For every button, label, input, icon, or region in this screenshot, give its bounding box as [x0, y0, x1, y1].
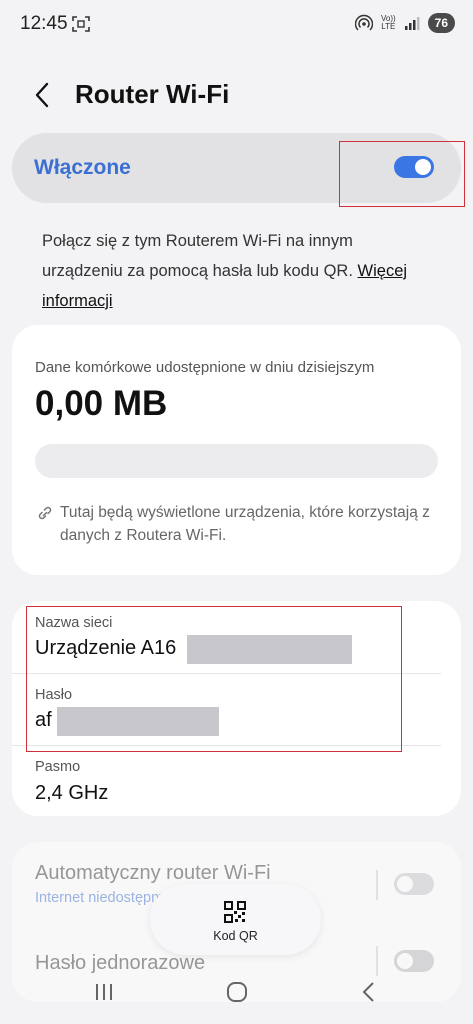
highlight-box-toggle [339, 141, 465, 207]
back-icon[interactable] [358, 980, 382, 1004]
signal-icon [404, 17, 420, 30]
qr-code-icon [224, 901, 246, 923]
usage-bar [35, 444, 438, 478]
recents-icon[interactable] [92, 980, 116, 1004]
usage-value: 0,00 MB [35, 384, 168, 423]
one-time-password-toggle [394, 950, 434, 972]
auto-router-title: Automatyczny router Wi-Fi [35, 862, 271, 884]
description-text: Połącz się z tym Routerem Wi-Fi na innym… [42, 226, 437, 316]
navigation-bar [0, 972, 473, 1024]
auto-router-toggle [394, 873, 434, 895]
qr-code-button[interactable]: Kod QR [150, 884, 321, 955]
auto-router-subtitle: Internet niedostępny [35, 890, 167, 906]
home-icon[interactable] [225, 980, 249, 1004]
band-value: 2,4 GHz [35, 782, 109, 804]
row-separator [376, 870, 378, 900]
battery-icon: 76 [427, 13, 455, 33]
lte-label: LTE [381, 22, 396, 31]
qr-code-label: Kod QR [213, 929, 258, 943]
hotspot-icon [354, 14, 373, 31]
toggle-knob [397, 876, 413, 892]
usage-label: Dane komórkowe udostępnione w dniu dzisi… [35, 359, 375, 376]
master-switch-label: Włączone [34, 156, 131, 179]
page-header: Router Wi-Fi [0, 72, 473, 120]
link-icon [38, 506, 52, 520]
page-title: Router Wi-Fi [75, 79, 230, 109]
description-body: Połącz się z tym Routerem Wi-Fi na innym… [42, 232, 353, 280]
back-arrow-icon[interactable] [30, 80, 56, 110]
status-bar: 12:45 Vo)) LTE 76 [0, 0, 473, 50]
status-time: 12:45 [20, 13, 68, 34]
usage-card: Dane komórkowe udostępnione w dniu dzisi… [12, 325, 461, 575]
toggle-knob [397, 953, 413, 969]
highlight-box-fields [26, 606, 402, 752]
screenshot-icon [72, 16, 90, 32]
band-label: Pasmo [35, 759, 81, 775]
devices-info-text: Tutaj będą wyświetlone urządzenia, które… [60, 504, 430, 544]
volte-icon: Vo)) LTE [381, 15, 396, 31]
